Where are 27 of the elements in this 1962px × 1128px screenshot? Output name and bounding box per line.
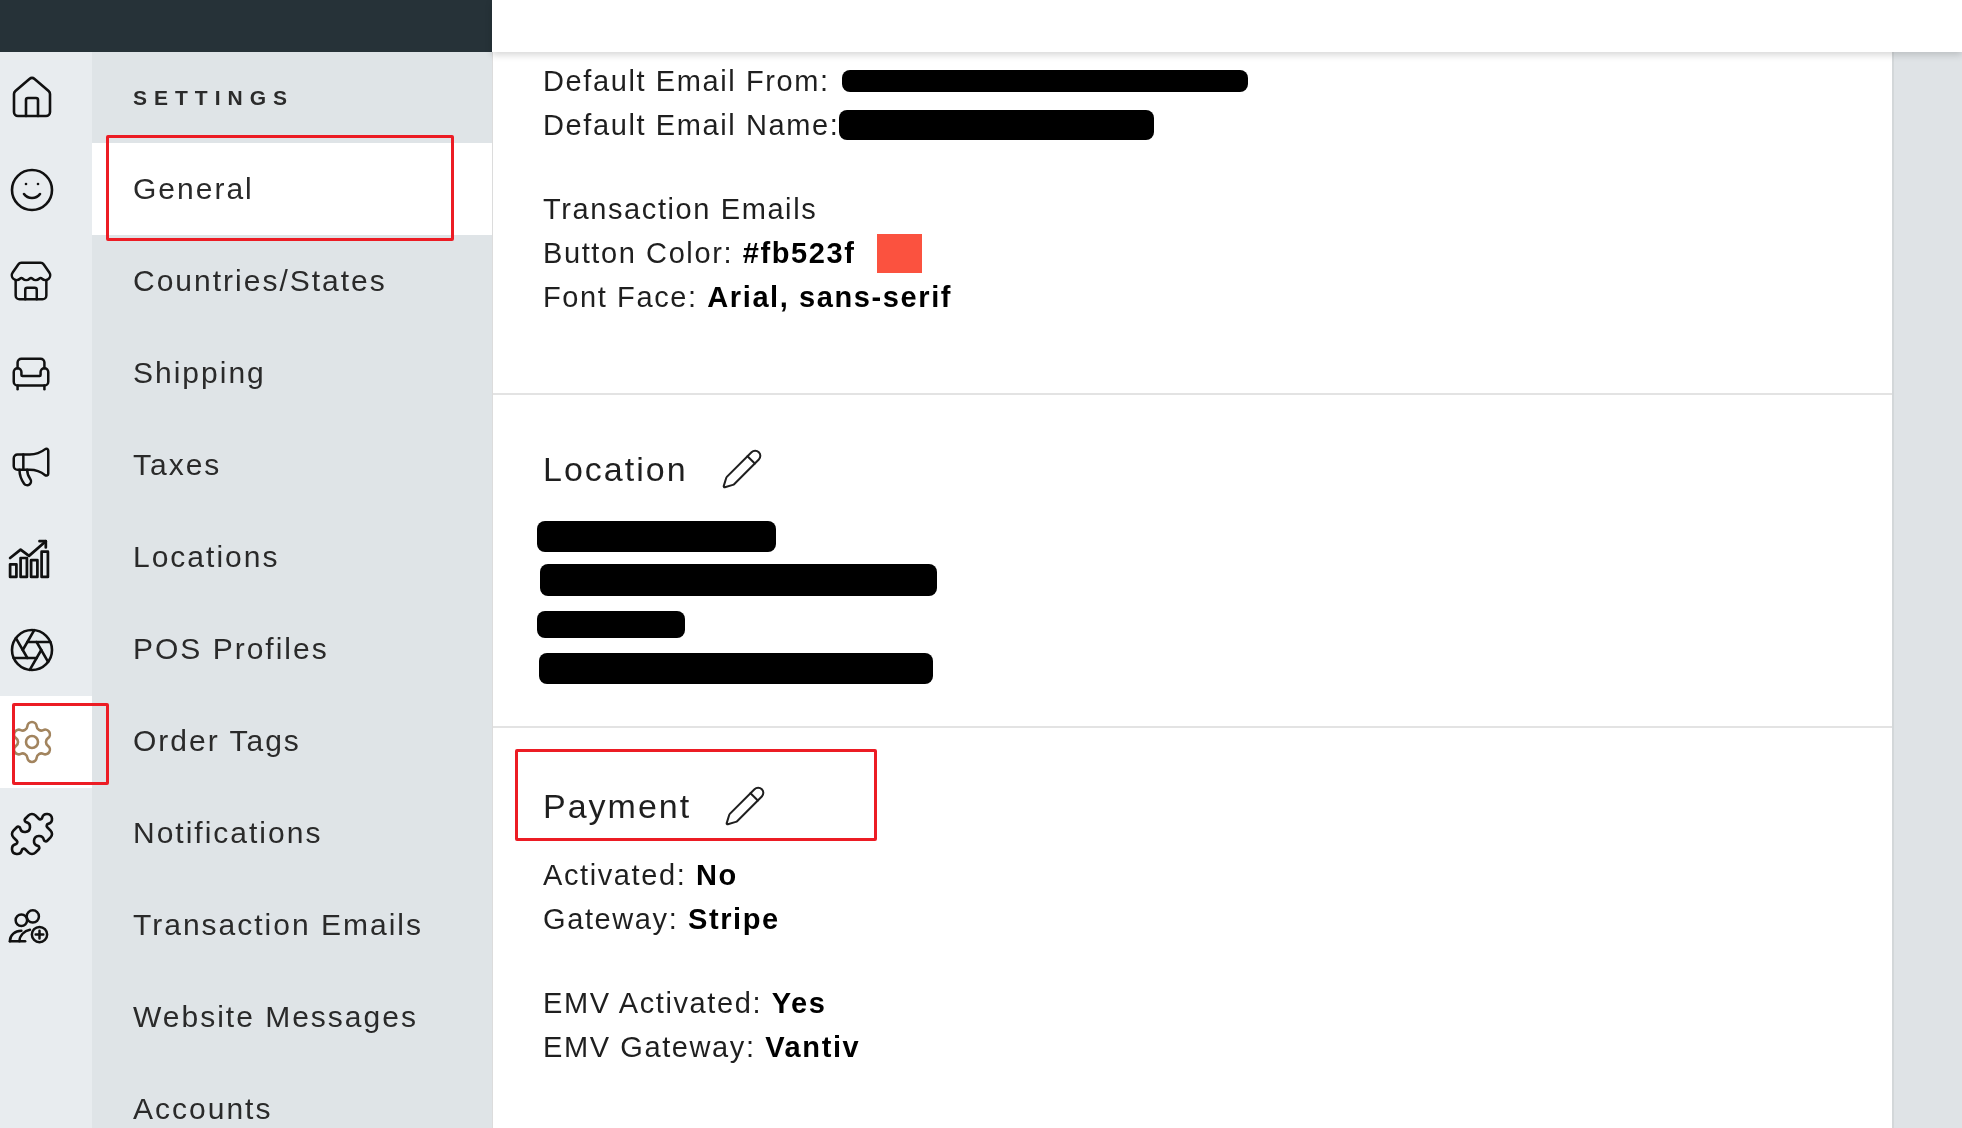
nav-item[interactable]: Taxes	[92, 419, 492, 511]
setting-text: EMV Gateway: Vantiv	[543, 1030, 861, 1065]
field-label: Default Email From:	[543, 64, 830, 99]
nav-heading: SETTINGS	[133, 84, 294, 111]
section-title: Payment	[543, 786, 692, 827]
aperture-icon	[8, 626, 56, 674]
nav-item[interactable]: Transaction Emails	[92, 879, 492, 971]
setting-text: Gateway: Stripe	[543, 902, 780, 937]
field-label: Default Email Name:	[543, 108, 840, 143]
setting-text: Font Face: Arial, sans-serif	[543, 280, 953, 315]
setting-text: Activated: No	[543, 858, 738, 893]
nav-item[interactable]: Locations	[92, 511, 492, 603]
puzzle-icon	[8, 810, 56, 858]
nav-item[interactable]: General	[92, 143, 492, 235]
nav-item[interactable]: Order Tags	[92, 695, 492, 787]
bar-chart-icon	[8, 537, 50, 579]
section-title: Location	[543, 449, 688, 490]
nav-item[interactable]: Website Messages	[92, 971, 492, 1063]
group-title: Transaction Emails	[543, 192, 818, 227]
nav-item[interactable]: POS Profiles	[92, 603, 492, 695]
nav-item[interactable]: Notifications	[92, 787, 492, 879]
nav-item[interactable]: Shipping	[92, 327, 492, 419]
setting-text: EMV Activated: Yes	[543, 986, 827, 1021]
setting-text: Button Color: #fb523f	[543, 236, 856, 271]
nav-item[interactable]: Accounts	[92, 1063, 492, 1128]
smiley-icon	[8, 166, 56, 214]
nav-item[interactable]: Countries/States	[92, 235, 492, 327]
